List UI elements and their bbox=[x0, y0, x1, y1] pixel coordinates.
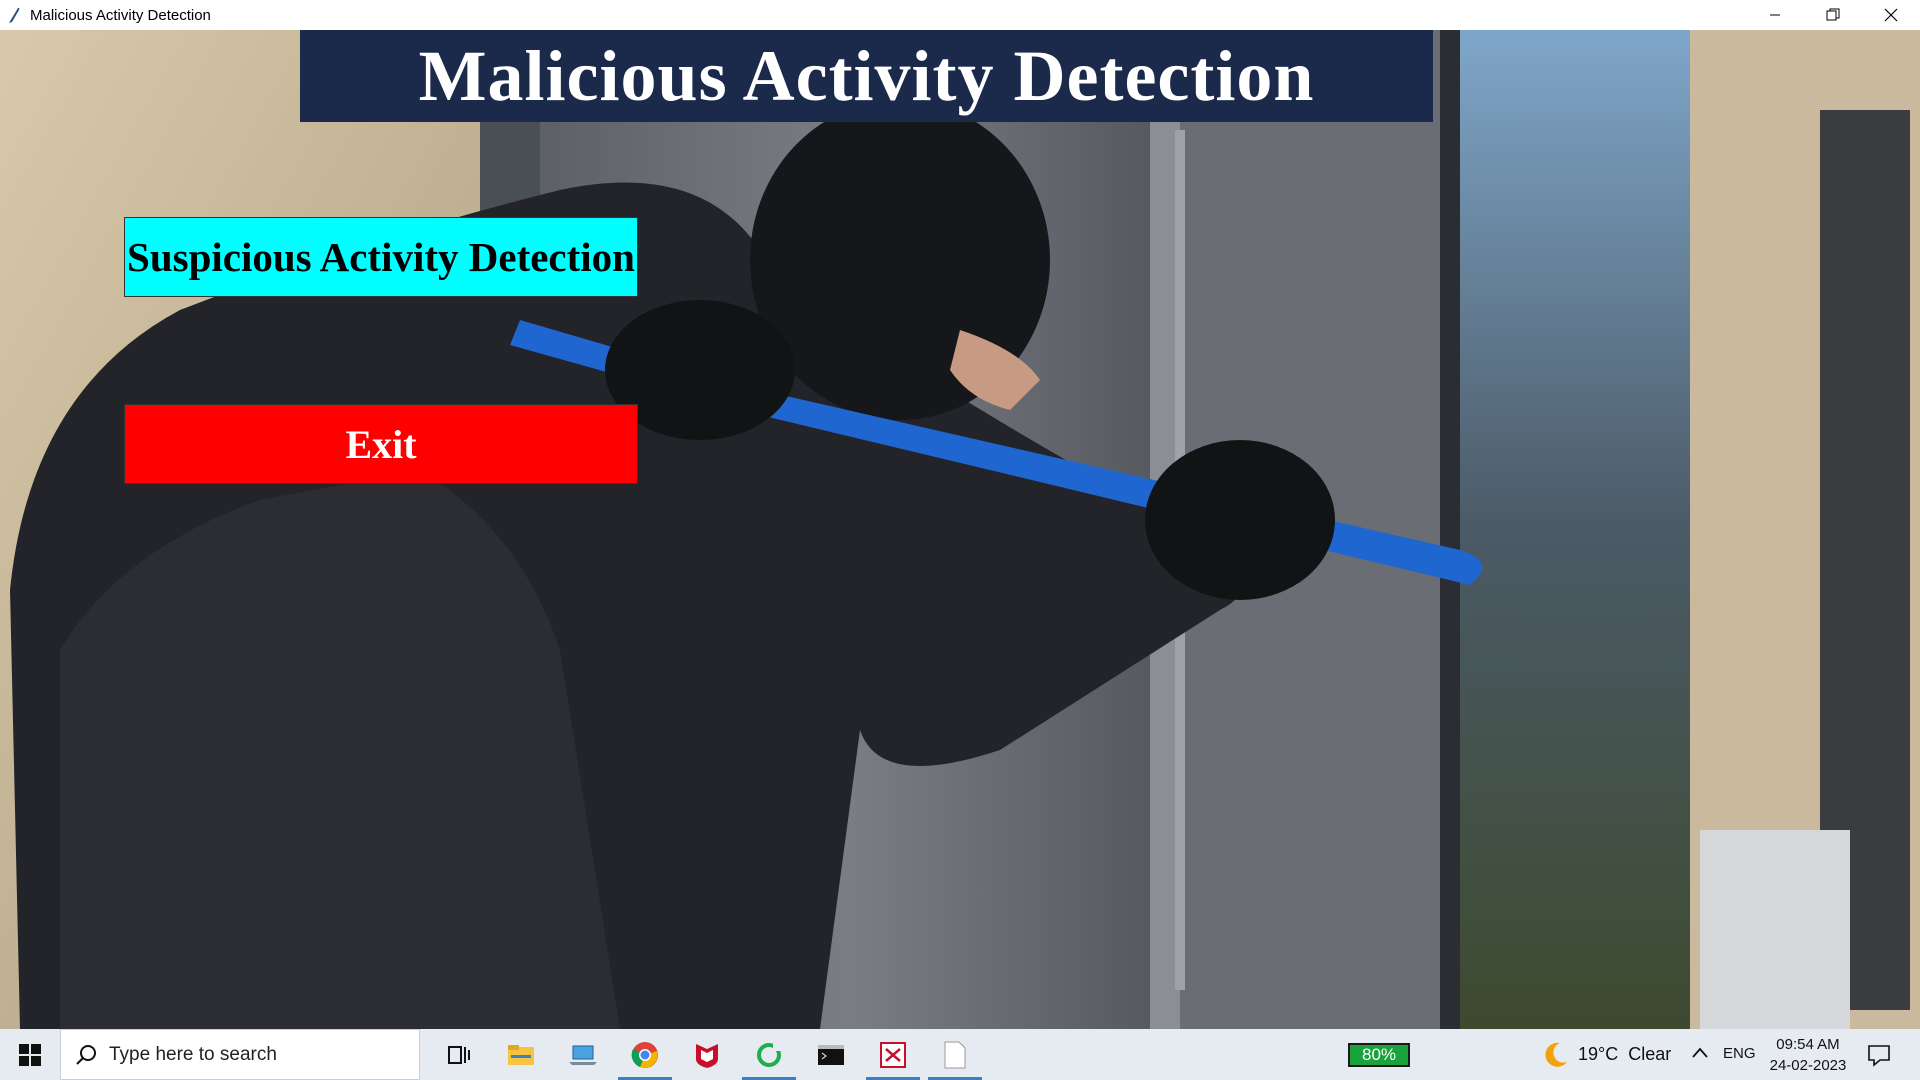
photo-app-icon bbox=[880, 1041, 906, 1068]
minimize-icon bbox=[1770, 14, 1780, 16]
window-title-bar: Malicious Activity Detection bbox=[0, 0, 1920, 30]
restore-button[interactable] bbox=[1804, 0, 1862, 30]
taskbar-task-view[interactable] bbox=[428, 1029, 490, 1080]
search-placeholder: Type here to search bbox=[109, 1043, 277, 1065]
taskbar-photo-app[interactable] bbox=[862, 1029, 924, 1080]
battery-indicator[interactable]: 80% bbox=[1348, 1043, 1410, 1067]
chevron-up-icon[interactable] bbox=[1690, 1043, 1710, 1063]
file-explorer-icon bbox=[508, 1044, 534, 1065]
moon-icon bbox=[1545, 1042, 1567, 1067]
taskbar-search-box[interactable]: Type here to search bbox=[60, 1029, 420, 1080]
taskbar: Type here to search 80% 19°C Clear ENG 0… bbox=[0, 1029, 1920, 1080]
start-button[interactable] bbox=[0, 1029, 60, 1080]
taskbar-laptop-app[interactable] bbox=[552, 1029, 614, 1080]
language-indicator[interactable]: ENG bbox=[1723, 1045, 1756, 1062]
notification-icon[interactable] bbox=[1866, 1042, 1892, 1068]
chrome-icon bbox=[631, 1041, 658, 1068]
close-button[interactable] bbox=[1862, 0, 1920, 30]
system-clock[interactable]: 09:54 AM 24-02-2023 bbox=[1768, 1034, 1848, 1076]
clock-date: 24-02-2023 bbox=[1769, 1057, 1847, 1074]
task-view-icon bbox=[448, 1045, 470, 1064]
close-icon bbox=[1884, 8, 1898, 22]
taskbar-file-explorer[interactable] bbox=[490, 1029, 552, 1080]
background-image: Malicious Activity Detection Suspicious … bbox=[0, 30, 1920, 1029]
restore-icon bbox=[1826, 8, 1840, 21]
windows-logo-icon bbox=[19, 1043, 41, 1066]
burglar-scene-illustration bbox=[0, 30, 1920, 1029]
app-banner: Malicious Activity Detection bbox=[300, 30, 1433, 122]
weather-widget[interactable]: 19°C Clear bbox=[1540, 1029, 1671, 1080]
search-icon bbox=[76, 1044, 96, 1065]
feather-icon bbox=[9, 7, 20, 23]
mcafee-icon bbox=[696, 1043, 718, 1068]
taskbar-mcafee[interactable] bbox=[676, 1029, 738, 1080]
taskbar-terminal[interactable] bbox=[800, 1029, 862, 1080]
exit-button[interactable]: Exit bbox=[124, 404, 638, 484]
clock-time: 09:54 AM bbox=[1776, 1036, 1840, 1053]
suspicious-activity-detection-button[interactable]: Suspicious Activity Detection bbox=[124, 217, 638, 297]
weather-temperature: 19°C bbox=[1578, 1044, 1619, 1064]
taskbar-blank-document[interactable] bbox=[924, 1029, 986, 1080]
blank-document-icon bbox=[944, 1041, 966, 1068]
window-title: Malicious Activity Detection bbox=[30, 6, 211, 24]
banner-title: Malicious Activity Detection bbox=[418, 35, 1315, 116]
minimize-button[interactable] bbox=[1746, 0, 1804, 30]
taskbar-chrome[interactable] bbox=[614, 1029, 676, 1080]
terminal-icon bbox=[818, 1044, 844, 1065]
weather-condition: Clear bbox=[1628, 1044, 1672, 1064]
taskbar-refresh-app[interactable] bbox=[738, 1029, 800, 1080]
refresh-app-icon bbox=[757, 1042, 781, 1067]
laptop-icon bbox=[569, 1045, 597, 1065]
